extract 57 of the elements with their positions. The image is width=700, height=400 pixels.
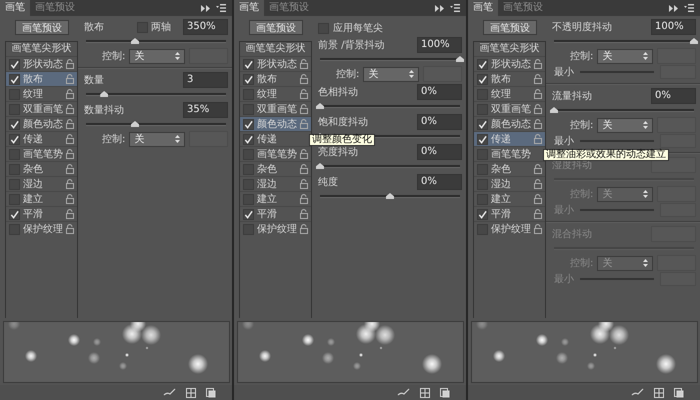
item-label: 形状动态	[491, 58, 531, 71]
item-label: 杂色	[23, 162, 44, 176]
item-label: 画笔笔势	[23, 148, 63, 161]
checkbox-label: 应用每笔尖	[333, 22, 383, 35]
item-label: 建立	[257, 192, 278, 206]
item-label: 画笔笔势	[491, 148, 532, 161]
item-label: 保护纹理	[23, 222, 63, 236]
item-label: 纹理	[257, 88, 278, 101]
item-label: 传递	[257, 132, 278, 146]
item-label: 平滑	[23, 208, 44, 221]
setting-label: 流量抖动	[552, 90, 593, 103]
setting-label: 数量抖动	[84, 104, 125, 117]
control-label: 控制:	[336, 68, 360, 81]
setting-label: 数量	[84, 74, 105, 87]
item-label: 画笔笔势	[257, 148, 297, 161]
item-label: 平滑	[491, 208, 512, 221]
item-label: 散布	[257, 73, 278, 86]
item-label: 颜色动态	[491, 118, 531, 131]
setting-label: 不透明度抖动	[552, 20, 613, 34]
item-label: 湿边	[257, 178, 278, 191]
item-label: 杂色	[257, 162, 278, 176]
control-label: 控制:	[102, 132, 126, 146]
item-label: 双重画笔	[23, 102, 63, 116]
setting-label: 饱和度抖动	[318, 116, 369, 129]
item-label: 建立	[23, 192, 44, 206]
item-label: 湿边	[491, 178, 512, 191]
item-label: 纹理	[23, 88, 44, 101]
setting-label: 散布	[84, 21, 105, 34]
item-label: 颜色动态	[257, 118, 297, 131]
setting-label: 纯度	[318, 176, 339, 189]
item-label: 散布	[491, 73, 512, 86]
control-label: 控制:	[570, 50, 594, 63]
item-label: 双重画笔	[491, 102, 531, 116]
item-label: 纹理	[491, 88, 512, 101]
item-label: 保护纹理	[257, 222, 297, 236]
tooltip: 调整颜色变化	[309, 134, 375, 146]
tooltip: 调整油彩或效果的动态建立	[543, 149, 669, 161]
item-label: 传递	[23, 132, 44, 146]
setting-label: 色相抖动	[318, 86, 359, 99]
setting-label: 最小	[554, 66, 574, 79]
checkbox-label: 两轴	[151, 20, 171, 34]
item-label: 平滑	[257, 208, 278, 221]
item-label: 保护纹理	[491, 222, 531, 236]
item-label: 散布	[23, 73, 44, 86]
setting-label: 前景 /背景抖动	[318, 38, 386, 52]
item-label: 传递	[491, 132, 512, 146]
item-label: 颜色动态	[23, 118, 63, 131]
item-label: 建立	[491, 192, 512, 206]
item-label: 双重画笔	[257, 102, 297, 116]
control-label: 控制:	[102, 50, 126, 63]
item-label: 形状动态	[23, 58, 63, 71]
item-label: 形状动态	[257, 58, 297, 71]
setting-label: 最小	[554, 134, 574, 148]
item-label: 杂色	[491, 162, 512, 176]
item-label: 湿边	[23, 178, 44, 191]
setting-label: 亮度抖动	[318, 146, 359, 159]
control-label: 控制:	[570, 118, 594, 132]
